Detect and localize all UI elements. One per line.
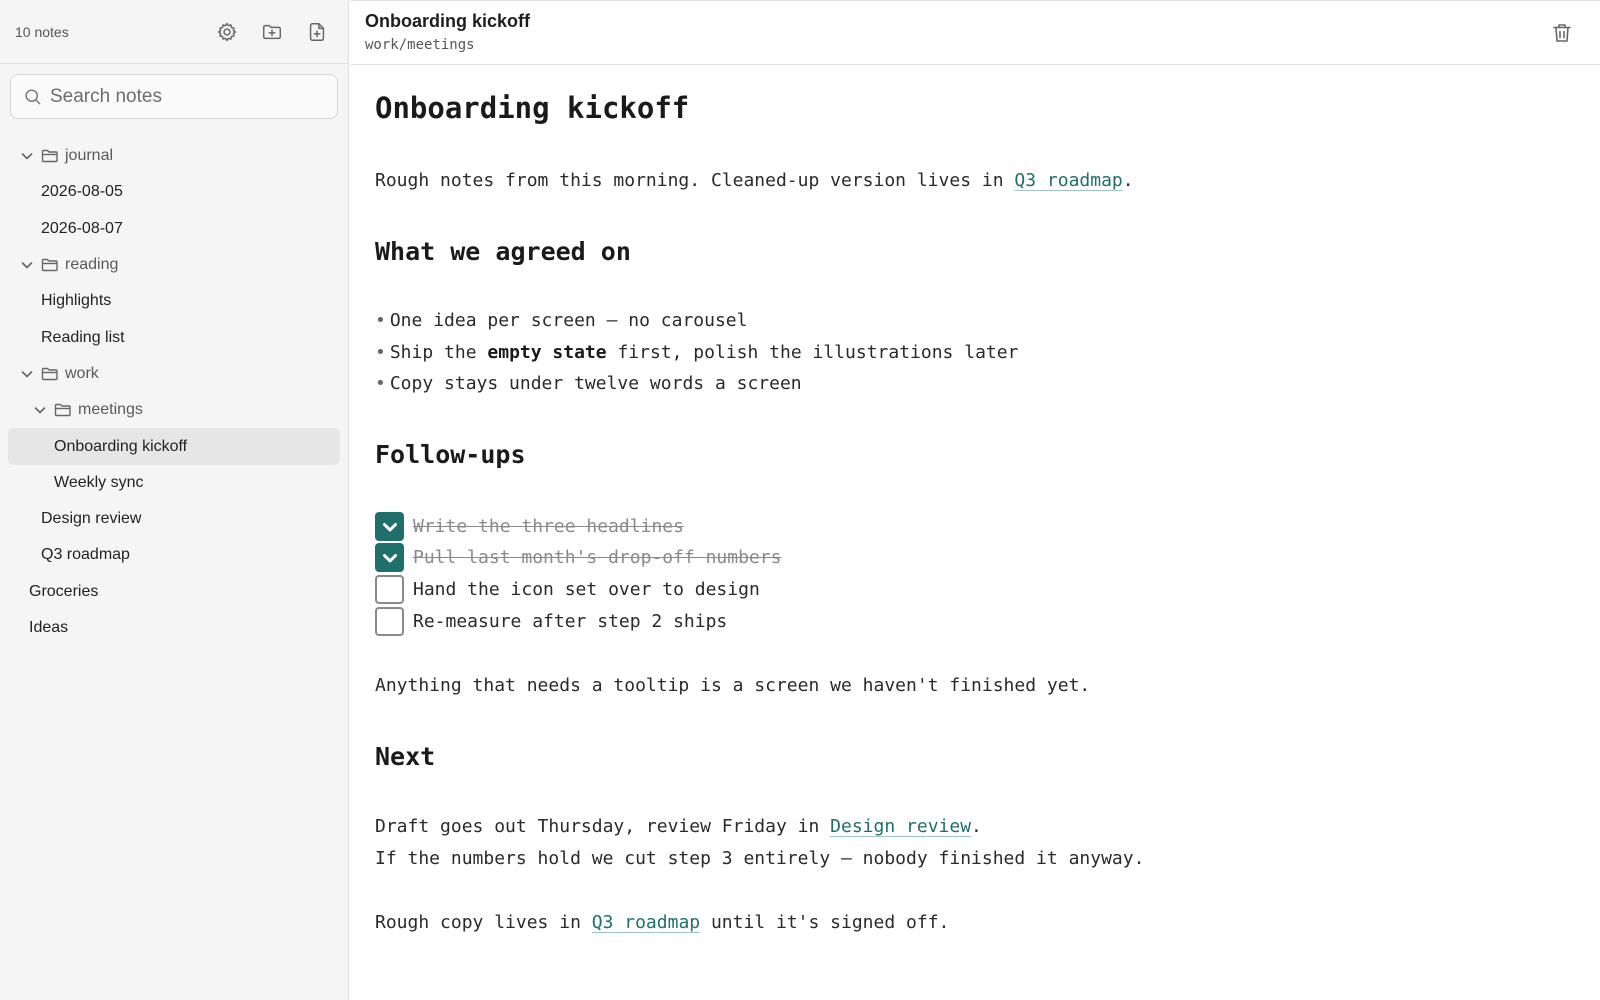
note-label: Reading list [41,328,125,346]
note-count: 10 notes [15,23,69,40]
task-label: Pull last month's drop-off numbers [413,547,782,568]
task-label: Hand the icon set over to design [413,579,760,600]
task-item: Pull last month's drop-off numbers [375,543,781,572]
bullet-dot: • [375,373,386,394]
bullet-dot: • [375,310,386,331]
task-checkbox[interactable] [375,575,404,604]
task-checkbox[interactable] [375,512,404,541]
note-item[interactable]: Weekly sync [8,465,340,501]
text: Ship the [389,342,488,363]
note-label: 2026-08-05 [41,183,123,201]
note-item-active[interactable]: Onboarding kickoff [8,428,340,465]
note-path: work/meetings [365,37,475,53]
task-label: Write the three headlines [413,516,684,537]
note-label: Weekly sync [54,473,144,491]
tooltip-paragraph: Anything that needs a tooltip is a scree… [375,675,1091,696]
text: until it's signed off. [700,912,950,933]
folder-label: work [65,364,99,382]
bullet-item: • Copy stays under twelve words a screen [375,373,802,394]
task-item: Hand the icon set over to design [375,575,760,604]
text: Copy stays under twelve words a screen [389,373,802,394]
link-q3-roadmap[interactable]: Q3 roadmap [1014,170,1122,191]
task-item: Re-measure after step 2 ships [375,607,727,636]
section-heading-followups: Follow-ups [375,440,526,469]
folder-icon [41,365,59,383]
link-q3-roadmap[interactable]: Q3 roadmap [592,912,700,933]
text: . [971,816,982,837]
chevron-down-icon[interactable] [20,149,34,163]
intro-paragraph: Rough notes from this morning. Cleaned-u… [375,170,1134,191]
note-item[interactable]: Reading list [8,319,340,355]
link-design-review[interactable]: Design review [830,816,971,837]
next-paragraph-1: Draft goes out Thursday, review Friday i… [375,816,982,837]
folder-label: meetings [78,401,143,419]
text: One idea per screen — no carousel [389,310,748,331]
folder-icon [41,147,59,165]
task-item: Write the three headlines [375,512,684,541]
search-icon [25,89,41,105]
note-item[interactable]: 2026-08-07 [8,211,340,247]
bullet-item: • Ship the empty state first, polish the … [375,342,1018,363]
text: Rough notes from this morning. Cleaned-u… [375,170,1015,191]
note-item[interactable]: Highlights [8,283,340,319]
delete-note-button[interactable] [1550,21,1576,47]
note-label: Ideas [29,619,69,636]
folder-icon [41,256,59,274]
note-item[interactable]: Ideas [8,610,340,646]
text: Rough copy lives in [375,912,592,933]
bullet-dot: • [375,342,386,363]
note-label: Design review [41,510,142,528]
note-item[interactable]: Q3 roadmap [8,537,340,573]
note-item[interactable]: Design review [8,501,340,537]
task-label: Re-measure after step 2 ships [413,611,728,632]
section-heading-next: Next [375,742,436,771]
folder-label: reading [65,256,119,274]
chevron-down-icon[interactable] [20,258,34,272]
sidebar-header: 10 notes [0,0,348,64]
text: . [1122,170,1134,191]
note-item[interactable]: 2026-08-05 [8,174,340,210]
search-wrap [0,64,348,119]
check-icon [382,553,397,562]
section-heading-agreed: What we agreed on [375,237,631,266]
chevron-down-icon[interactable] [33,403,47,417]
next-paragraph-3: Rough copy lives in Q3 roadmap until it'… [375,912,949,933]
task-checkbox[interactable] [375,543,404,572]
editor-header: Onboarding kickoff work/meetings [350,0,1600,65]
note-label: Onboarding kickoff [54,437,188,455]
note-label: Q3 roadmap [41,546,130,564]
folder-label: journal [65,147,114,165]
new-note-button[interactable] [300,15,334,49]
note-tree: journal 2026-08-05 2026-08-07 reading Hi… [0,119,348,646]
note-label: Groceries [29,582,99,600]
folder-plus-icon [263,24,281,39]
settings-button[interactable] [210,15,244,49]
bullet-item: • One idea per screen — no carousel [375,310,747,331]
text: Draft goes out Thursday, review Friday i… [375,816,831,837]
doc-heading: Onboarding kickoff [375,91,690,125]
new-folder-button[interactable] [255,15,289,49]
gear-icon [217,22,237,41]
note-label: 2026-08-07 [41,219,123,237]
note-label: Highlights [41,292,112,310]
check-icon [382,522,397,531]
search-box[interactable] [10,74,338,119]
search-input[interactable] [50,85,325,108]
folder-work[interactable]: work [8,356,340,392]
trash-icon [1553,24,1571,42]
note-title: Onboarding kickoff [365,11,531,31]
folder-reading[interactable]: reading [8,247,340,283]
folder-journal[interactable]: journal [8,138,340,174]
file-plus-icon [309,22,325,41]
next-paragraph-2: If the numbers hold we cut step 3 entire… [375,848,1145,869]
folder-meetings[interactable]: meetings [8,392,340,428]
task-checkbox[interactable] [375,607,404,636]
text: first, polish the illustrations later [606,342,1019,363]
folder-icon [54,401,72,419]
bold-text: empty state [487,342,607,363]
note-item[interactable]: Groceries [8,574,340,610]
sidebar: 10 notes Search notes journal 2026-08-05… [0,0,349,1000]
chevron-down-icon[interactable] [20,367,34,381]
